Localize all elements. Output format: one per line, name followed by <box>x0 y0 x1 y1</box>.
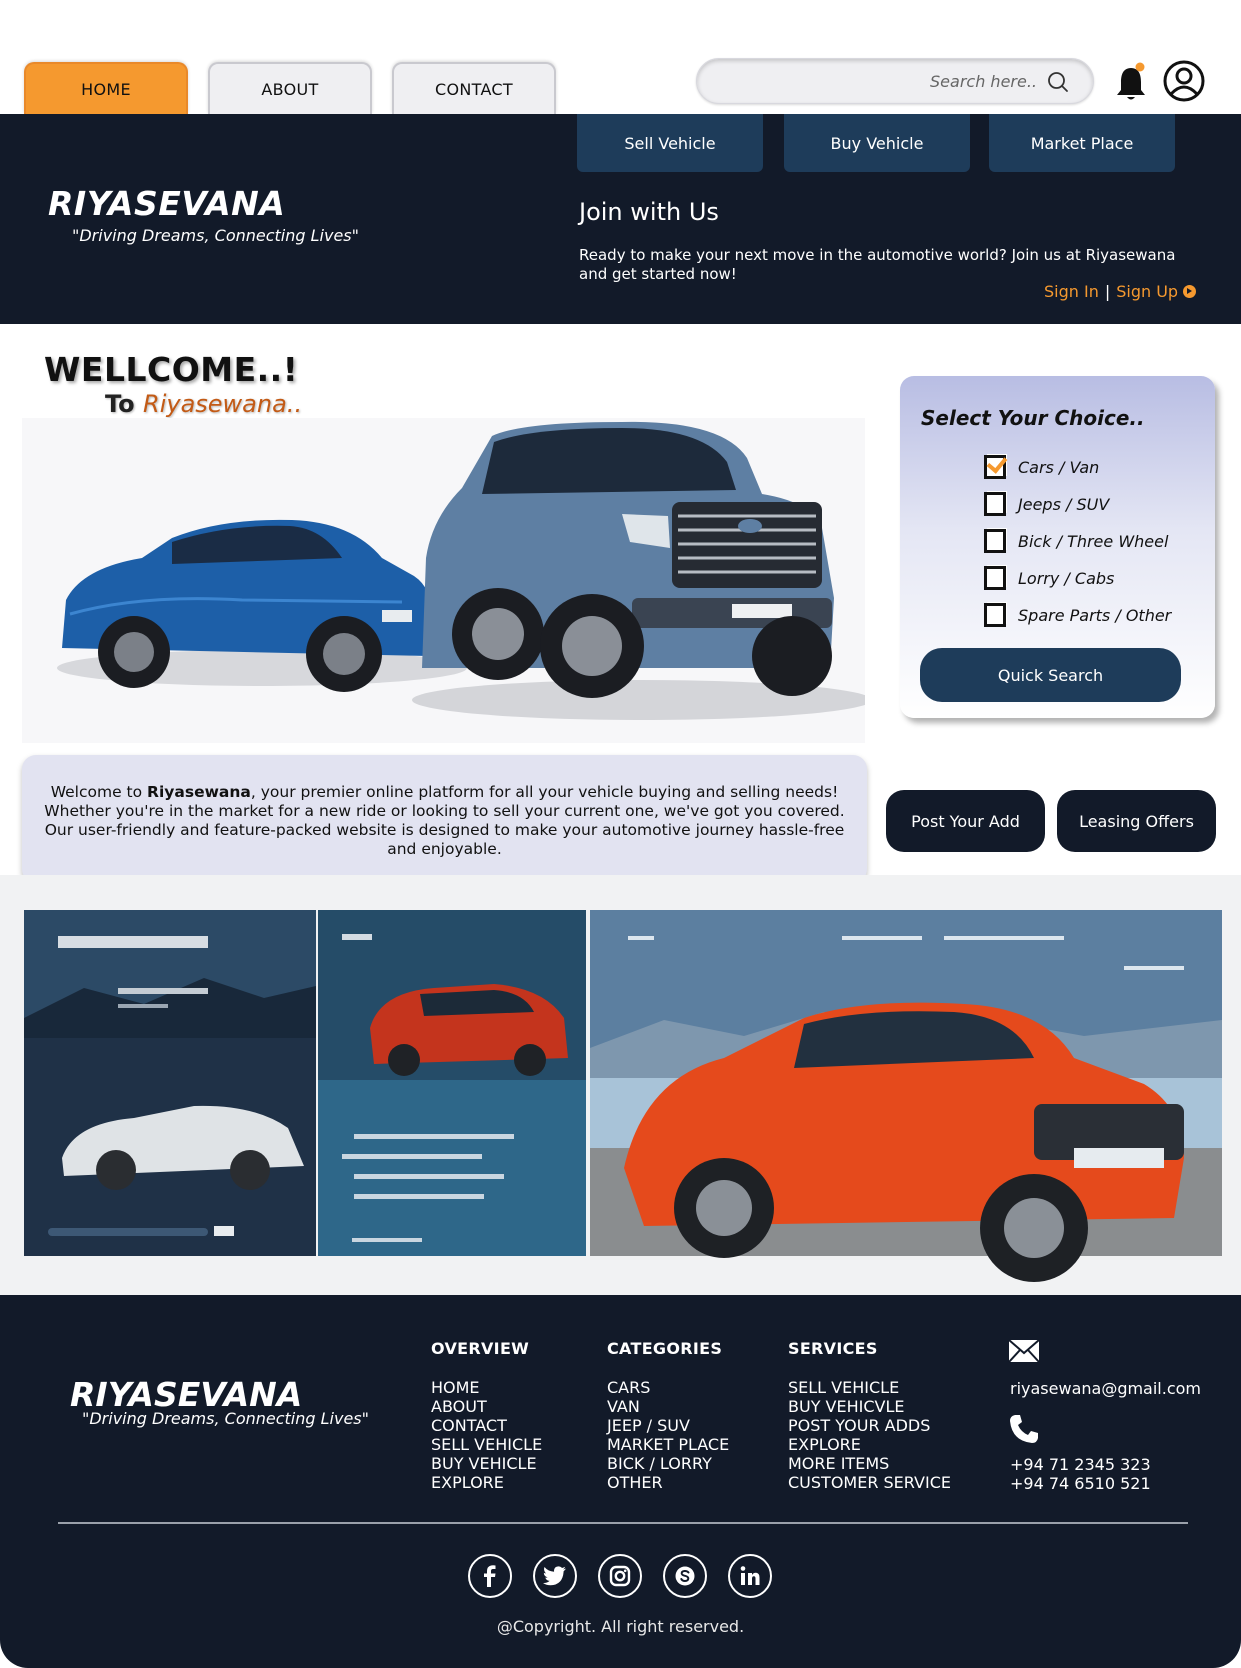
footer-link[interactable]: BUY VEHICVLE <box>788 1397 951 1416</box>
footer-link[interactable]: CUSTOMER SERVICE <box>788 1473 951 1492</box>
bell-icon[interactable] <box>1114 62 1148 102</box>
footer-col-title: CATEGORIES <box>607 1339 723 1358</box>
footer-phones: +94 71 2345 323 +94 74 6510 521 <box>1010 1455 1151 1493</box>
checkbox-bick-three-wheel[interactable] <box>984 529 1006 553</box>
market-place-button[interactable]: Market Place <box>989 114 1175 172</box>
join-title: Join with Us <box>579 198 719 226</box>
welcome-heading: WELLCOME..! <box>44 350 299 389</box>
facebook-icon[interactable] <box>468 1554 512 1598</box>
footer-link[interactable]: VAN <box>607 1397 729 1416</box>
quick-search-button[interactable]: Quick Search <box>920 648 1181 702</box>
mail-icon <box>1008 1339 1040 1363</box>
option-label: Cars / Van <box>1018 457 1100 477</box>
auth-links: Sign In | Sign Up <box>1044 282 1197 301</box>
twitter-icon[interactable] <box>533 1554 577 1598</box>
search-box <box>696 58 1094 104</box>
footer-link[interactable]: HOME <box>431 1378 542 1397</box>
footer-link[interactable]: MARKET PLACE <box>607 1435 729 1454</box>
option-label: Lorry / Cabs <box>1018 568 1115 588</box>
footer-link[interactable]: SELL VEHICLE <box>431 1435 542 1454</box>
footer-link[interactable]: SELL VEHICLE <box>788 1378 951 1397</box>
instagram-icon[interactable] <box>598 1554 642 1598</box>
footer-link[interactable]: EXPLORE <box>788 1435 951 1454</box>
footer-categories: CATEGORIES CARS VAN JEEP / SUV MARKET PL… <box>607 1339 729 1492</box>
tagline: "Driving Dreams, Connecting Lives" <box>72 226 359 245</box>
checkbox-lorry-cabs[interactable] <box>984 566 1006 590</box>
phone-number[interactable]: +94 74 6510 521 <box>1010 1474 1151 1493</box>
welcome-subheading: To Riyasewana.. <box>105 390 302 418</box>
checkbox-jeeps-suv[interactable] <box>984 492 1006 516</box>
choice-panel: Select Your Choice.. Cars / Van Jeeps / … <box>900 376 1215 718</box>
footer-link[interactable]: OTHER <box>607 1473 729 1492</box>
user-icon[interactable] <box>1163 60 1205 102</box>
intro-prefix: Welcome to <box>50 783 148 801</box>
sign-in-link[interactable]: Sign In <box>1044 282 1099 301</box>
tab-home[interactable]: HOME <box>24 62 188 114</box>
footer-link[interactable]: POST YOUR ADDS <box>788 1416 951 1435</box>
footer-col-title: OVERVIEW <box>431 1339 530 1358</box>
footer-link[interactable]: BUY VEHICLE <box>431 1454 542 1473</box>
auth-separator: | <box>1104 282 1111 301</box>
search-input[interactable] <box>717 59 1037 103</box>
footer-col-title: SERVICES <box>788 1339 878 1358</box>
hero-vehicles-image <box>22 418 865 743</box>
choice-title: Select Your Choice.. <box>921 406 1145 430</box>
tab-contact[interactable]: CONTACT <box>392 62 556 114</box>
buy-vehicle-button[interactable]: Buy Vehicle <box>784 114 970 172</box>
post-your-add-button[interactable]: Post Your Add <box>886 790 1045 852</box>
option-label: Bick / Three Wheel <box>1018 531 1169 551</box>
leasing-offers-button[interactable]: Leasing Offers <box>1057 790 1216 852</box>
option-lorry-cabs[interactable]: Lorry / Cabs <box>984 565 1114 591</box>
footer: RIYASEVANA "Driving Dreams, Connecting L… <box>0 1295 1241 1668</box>
checkbox-spare-parts[interactable] <box>984 603 1006 627</box>
footer-tagline: "Driving Dreams, Connecting Lives" <box>82 1409 369 1428</box>
footer-link[interactable]: CARS <box>607 1378 729 1397</box>
option-cars-van[interactable]: Cars / Van <box>984 454 1099 480</box>
brand-logo[interactable]: RIYASEVANA <box>48 184 285 223</box>
skype-icon[interactable] <box>663 1554 707 1598</box>
top-nav: HOME ABOUT CONTACT <box>0 0 1241 114</box>
phone-icon <box>1010 1415 1038 1443</box>
sign-up-link[interactable]: Sign Up <box>1116 282 1178 301</box>
search-icon[interactable] <box>1047 71 1069 93</box>
promo-banner-image <box>24 908 1222 1288</box>
option-spare-parts[interactable]: Spare Parts / Other <box>984 602 1171 628</box>
option-label: Spare Parts / Other <box>1018 605 1172 625</box>
intro-text: Welcome to Riyasewana, your premier onli… <box>22 755 867 883</box>
footer-link[interactable]: MORE ITEMS <box>788 1454 951 1473</box>
checkbox-cars-van[interactable] <box>984 455 1006 479</box>
arrow-right-icon[interactable] <box>1183 285 1197 298</box>
option-jeeps-suv[interactable]: Jeeps / SUV <box>984 491 1109 517</box>
footer-link[interactable]: ABOUT <box>431 1397 542 1416</box>
header-band: Sell Vehicle Buy Vehicle Market Place RI… <box>0 114 1241 324</box>
option-label: Jeeps / SUV <box>1018 494 1110 514</box>
linkedin-icon[interactable] <box>728 1554 772 1598</box>
footer-divider <box>58 1522 1188 1524</box>
footer-link[interactable]: JEEP / SUV <box>607 1416 729 1435</box>
intro-brand: Riyasewana <box>147 783 251 801</box>
footer-link[interactable]: BICK / LORRY <box>607 1454 729 1473</box>
phone-number[interactable]: +94 71 2345 323 <box>1010 1455 1151 1474</box>
footer-link[interactable]: CONTACT <box>431 1416 542 1435</box>
sell-vehicle-button[interactable]: Sell Vehicle <box>577 114 763 172</box>
copyright: @Copyright. All right reserved. <box>496 1617 745 1636</box>
footer-email[interactable]: riyasewana@gmail.com <box>1010 1379 1201 1398</box>
join-text: Ready to make your next move in the auto… <box>579 246 1176 283</box>
welcome-to: To <box>105 390 135 418</box>
footer-link[interactable]: EXPLORE <box>431 1473 542 1492</box>
footer-services: SERVICES SELL VEHICLE BUY VEHICVLE POST … <box>788 1339 951 1492</box>
footer-overview: OVERVIEW HOME ABOUT CONTACT SELL VEHICLE… <box>431 1339 542 1492</box>
option-bick-three-wheel[interactable]: Bick / Three Wheel <box>984 528 1168 554</box>
tab-about[interactable]: ABOUT <box>208 62 372 114</box>
welcome-brand: Riyasewana.. <box>143 390 303 418</box>
